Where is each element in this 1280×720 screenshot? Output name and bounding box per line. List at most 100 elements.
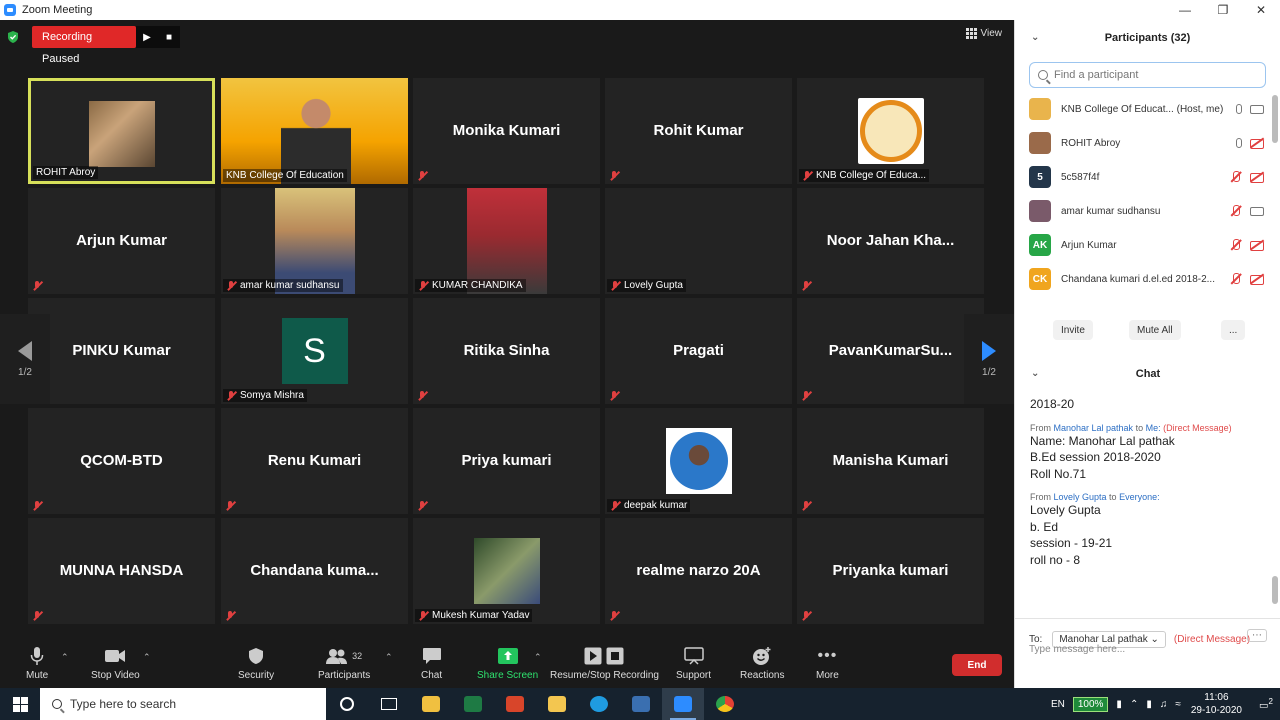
battery-percentage[interactable]: 100% [1072, 696, 1109, 712]
participant-row[interactable]: CK Chandana kumari d.el.ed 2018-2... [1015, 262, 1280, 296]
microphone-muted-icon[interactable] [1230, 205, 1242, 217]
mute-button[interactable]: Mute [26, 646, 48, 681]
cortana-button[interactable] [326, 688, 368, 720]
participant-tile[interactable]: S Somya Mishra [221, 298, 408, 404]
invite-button[interactable]: Invite [1053, 320, 1093, 340]
minimize-button[interactable]: — [1166, 3, 1204, 17]
share-screen-button[interactable]: Share Screen [477, 646, 538, 681]
microphone-muted-icon[interactable] [1230, 273, 1242, 285]
participant-tile[interactable]: Priya kumari [413, 408, 600, 514]
participants-options-caret[interactable]: ⌃ [385, 652, 393, 663]
mute-options-caret[interactable]: ⌃ [61, 652, 69, 663]
photos-app[interactable] [620, 688, 662, 720]
video-off-icon[interactable] [1250, 240, 1264, 251]
participant-tile[interactable]: ROHIT Abroy [28, 78, 215, 184]
participant-tile[interactable]: Lovely Gupta [605, 188, 792, 294]
show-hidden-icons-chevron-icon[interactable]: ⌃ [1130, 699, 1138, 710]
participant-tile[interactable]: Pragati [605, 298, 792, 404]
chat-message-input[interactable]: Type message here... [1029, 644, 1125, 655]
participant-tile[interactable]: Arjun Kumar [28, 188, 215, 294]
resume-stop-recording-button[interactable]: Resume/Stop Recording [550, 646, 659, 681]
video-camera-icon[interactable] [1250, 104, 1264, 114]
edge-app[interactable] [578, 688, 620, 720]
participant-tile[interactable]: Noor Jahan Kha... [797, 188, 984, 294]
participant-tile[interactable]: Mukesh Kumar Yadav [413, 518, 600, 624]
participant-tile[interactable]: Rohit Kumar [605, 78, 792, 184]
language-indicator[interactable]: EN [1051, 699, 1065, 710]
view-button[interactable]: View [965, 28, 1002, 39]
microphone-icon[interactable] [1236, 138, 1242, 148]
reactions-button[interactable]: Reactions [740, 646, 784, 681]
participant-tile[interactable]: KNB College Of Education [221, 78, 408, 184]
participant-row[interactable]: AK Arjun Kumar [1015, 228, 1280, 262]
clock[interactable]: 11:06 29-10-2020 [1191, 691, 1242, 717]
participant-tile[interactable]: amar kumar sudhansu [221, 188, 408, 294]
microphone-muted-icon[interactable] [1230, 239, 1242, 251]
close-button[interactable]: ✕ [1242, 3, 1280, 17]
participant-row[interactable]: amar kumar sudhansu [1015, 194, 1280, 228]
volume-icon[interactable]: ♫ [1160, 699, 1168, 710]
security-button[interactable]: Security [238, 646, 274, 681]
participant-tile[interactable]: PavanKumarSu... [797, 298, 984, 404]
participant-row[interactable]: KNB College Of Educat... (Host, me) [1015, 92, 1280, 126]
participant-row[interactable]: ROHIT Abroy [1015, 126, 1280, 160]
participant-tile[interactable]: deepak kumar [605, 408, 792, 514]
chat-scrollbar[interactable] [1272, 576, 1278, 604]
shield-check-icon[interactable] [6, 30, 20, 44]
participant-tile[interactable]: Chandana kuma... [221, 518, 408, 624]
network-icon[interactable]: ▮ [1146, 699, 1152, 710]
next-page-button[interactable]: 1/2 [964, 314, 1014, 404]
participants-more-button[interactable]: ... [1221, 320, 1246, 340]
office-app[interactable] [494, 688, 536, 720]
mute-all-button[interactable]: Mute All [1129, 320, 1181, 340]
participant-tile[interactable]: QCOM-BTD [28, 408, 215, 514]
taskbar-search-input[interactable]: Type here to search [40, 688, 326, 720]
chat-more-button[interactable]: ⋯ [1247, 629, 1267, 642]
video-off-icon[interactable] [1250, 172, 1264, 183]
participant-tile[interactable]: Renu Kumari [221, 408, 408, 514]
prev-page-button[interactable]: 1/2 [0, 314, 50, 404]
end-meeting-button[interactable]: End [952, 654, 1002, 676]
participants-button[interactable]: 32 Participants [318, 646, 370, 681]
participant-row[interactable]: 5 5c587f4f [1015, 160, 1280, 194]
support-button[interactable]: Support [676, 646, 711, 681]
microphone-muted-icon[interactable] [1230, 171, 1242, 183]
participant-tile[interactable]: Manisha Kumari [797, 408, 984, 514]
participant-search-input[interactable]: Find a participant [1029, 62, 1266, 88]
collapse-chat-chevron-icon[interactable]: ⌄ [1031, 368, 1039, 379]
video-options-caret[interactable]: ⌃ [143, 652, 151, 663]
restore-button[interactable]: ❐ [1204, 3, 1242, 17]
chat-sender[interactable]: Manohar Lal pathak [1054, 423, 1134, 433]
share-options-caret[interactable]: ⌃ [534, 652, 542, 663]
wifi-icon[interactable]: ≈ [1175, 699, 1181, 710]
more-button[interactable]: ••• More [816, 646, 839, 681]
participant-tile[interactable]: Monika Kumari [413, 78, 600, 184]
participant-tile[interactable]: Priyanka kumari [797, 518, 984, 624]
microphone-icon[interactable] [1236, 104, 1242, 114]
stop-recording-button[interactable]: ■ [158, 26, 180, 48]
chat-sender[interactable]: Lovely Gupta [1054, 492, 1107, 502]
video-camera-icon[interactable] [1250, 206, 1264, 216]
participant-tile[interactable]: MUNNA HANSDA [28, 518, 215, 624]
chat-button[interactable]: Chat [421, 646, 442, 681]
excel-app[interactable] [452, 688, 494, 720]
start-button[interactable] [0, 688, 40, 720]
battery-icon[interactable]: ▮ [1116, 699, 1122, 710]
notifications-icon[interactable]: ▭2 [1252, 697, 1280, 711]
zoom-app[interactable] [662, 688, 704, 720]
participant-tile[interactable]: realme narzo 20A [605, 518, 792, 624]
store-app[interactable] [410, 688, 452, 720]
chrome-app[interactable] [704, 688, 746, 720]
participant-tile[interactable]: Ritika Sinha [413, 298, 600, 404]
participant-tile[interactable]: KUMAR CHANDIKA [413, 188, 600, 294]
task-view-button[interactable] [368, 688, 410, 720]
resume-recording-button[interactable]: ▶ [136, 26, 158, 48]
collapse-participants-chevron-icon[interactable]: ⌄ [1031, 32, 1039, 43]
participant-tile[interactable]: KNB College Of Educa... [797, 78, 984, 184]
stop-video-button[interactable]: Stop Video [91, 646, 140, 681]
participant-list-scrollbar[interactable] [1272, 95, 1278, 143]
participant-tile[interactable]: PINKU Kumar [28, 298, 215, 404]
file-explorer-app[interactable] [536, 688, 578, 720]
video-off-icon[interactable] [1250, 138, 1264, 149]
video-off-icon[interactable] [1250, 274, 1264, 285]
